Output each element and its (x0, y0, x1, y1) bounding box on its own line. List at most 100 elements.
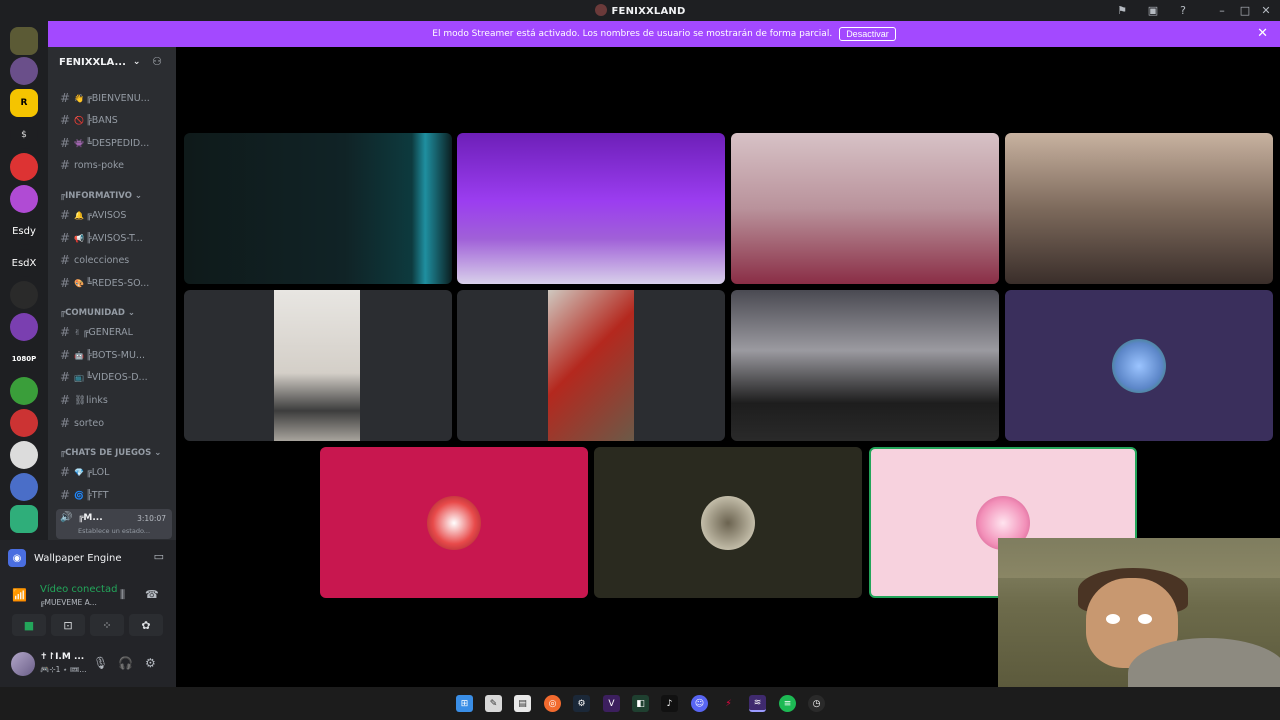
category-chats-de-juegos[interactable]: ╔CHATS DE JUEGOS ⌄ (60, 448, 161, 458)
server-avatar[interactable] (10, 281, 38, 309)
channel-item[interactable]: # 👋 ╔BIENVENU... (56, 88, 172, 108)
vtube-icon[interactable]: V (603, 695, 620, 712)
server-avatar[interactable] (10, 57, 38, 85)
video-tile[interactable] (457, 290, 725, 441)
voice-channel-link[interactable]: ╔MUEVEME A... (40, 598, 97, 607)
user-name[interactable]: ✝↾I.M ... (40, 652, 84, 662)
activity-label: Wallpaper Engine (34, 552, 122, 564)
channel-item[interactable]: # 🤖 ╠BOTS-MU... (56, 345, 172, 365)
video-tile[interactable] (320, 447, 588, 598)
server-avatar[interactable]: R (10, 89, 38, 117)
category-informativo[interactable]: ╔INFORMATIVO ⌄ (60, 191, 142, 201)
discord-icon[interactable]: ☺ (691, 695, 708, 712)
server-avatar[interactable] (10, 409, 38, 437)
microphone-icon[interactable]: 🎙 (93, 656, 108, 670)
channel-item[interactable]: # ⛓links (56, 390, 172, 410)
tiktok-icon[interactable]: ♪ (661, 695, 678, 712)
signal-icon[interactable]: 📶 (12, 588, 27, 602)
server-avatar[interactable] (10, 473, 38, 501)
hash-icon: # (59, 393, 71, 407)
screen-icon[interactable]: ▣ (1145, 3, 1161, 19)
video-tile[interactable] (731, 290, 999, 441)
server-avatar[interactable] (10, 27, 38, 55)
server-avatar[interactable]: $ (10, 121, 38, 149)
clock-icon[interactable]: ◷ (808, 695, 825, 712)
active-voice-channel[interactable]: 🔊 ╔M... 3:10:07 Establece un estado... (56, 509, 172, 539)
soundboard-button[interactable]: ✿ (129, 614, 163, 636)
shortcut-icon[interactable]: ⚡ (720, 695, 737, 712)
server-1080p[interactable]: 1080P (10, 345, 38, 373)
voice-timer: 3:10:07 (137, 514, 166, 523)
profile-avatar (427, 495, 481, 550)
channel-item[interactable]: # 🔔 ╔AVISOS (56, 205, 172, 225)
video-tile[interactable] (184, 290, 452, 441)
video-tile[interactable] (731, 133, 999, 284)
channel-item[interactable]: # 🌀 ╠TFT (56, 485, 172, 505)
origin-icon[interactable]: ◎ (544, 695, 561, 712)
invite-icon[interactable]: ⚇ (152, 55, 162, 68)
voice-status-prompt[interactable]: Establece un estado... (78, 527, 150, 535)
channel-item[interactable]: # roms-poke (56, 155, 172, 175)
channel-item[interactable]: # 🎨 ╚REDES-SO... (56, 273, 172, 293)
activity-row[interactable]: ◉ Wallpaper Engine ▭ (8, 546, 168, 570)
hash-icon: # (59, 465, 71, 479)
disconnect-icon[interactable]: ☎ (145, 588, 159, 601)
minimize-icon[interactable]: – (1214, 3, 1230, 19)
help-icon[interactable]: ? (1175, 3, 1191, 19)
server-header[interactable]: FENIXXLA... ⌄ ⚇ (48, 47, 176, 77)
channel-emoji: ✌ (74, 327, 81, 337)
banner-close-icon[interactable]: ✕ (1257, 26, 1268, 41)
close-icon[interactable]: ✕ (1258, 3, 1274, 19)
hash-icon: # (59, 276, 71, 290)
screen-share-button[interactable]: ⊡ (51, 614, 85, 636)
category-comunidad[interactable]: ╔COMUNIDAD ⌄ (60, 308, 135, 318)
maximize-icon[interactable]: □ (1237, 3, 1253, 19)
gear-icon[interactable]: ⚙ (145, 656, 156, 670)
channel-item[interactable]: # 📢 ╠AVISOS-T... (56, 228, 172, 248)
noise-suppression-icon[interactable]: ⫼ (120, 588, 125, 602)
overlay-eye (1106, 614, 1120, 624)
channel-name: roms-poke (74, 159, 124, 171)
channel-item[interactable]: # 📺 ╚VIDEOS-D... (56, 367, 172, 387)
video-tile[interactable] (594, 447, 862, 598)
steam-icon[interactable]: ⚙ (573, 695, 590, 712)
server-avatar[interactable] (10, 441, 38, 469)
stream-icon[interactable]: ▭ (154, 550, 164, 563)
server-avatar[interactable] (10, 505, 38, 533)
channel-item[interactable]: # 👾 ╚DESPEDID... (56, 133, 172, 153)
notepad-icon[interactable]: ✎ (485, 695, 502, 712)
app-icon[interactable]: ◧ (632, 695, 649, 712)
server-avatar[interactable] (10, 153, 38, 181)
deactivate-button[interactable]: Desactivar (839, 27, 896, 41)
overlay-video (998, 538, 1280, 688)
camera-button[interactable]: ■ (12, 614, 46, 636)
twitch-icon[interactable]: ≋ (749, 695, 766, 712)
channel-name: ╔BIENVENU... (85, 92, 150, 104)
files-icon[interactable]: ▤ (514, 695, 531, 712)
video-tile[interactable] (1005, 290, 1273, 441)
channel-item[interactable]: # ✌ ╔GENERAL (56, 322, 172, 342)
activities-button[interactable]: ⁘ (90, 614, 124, 636)
channel-item[interactable]: # 💎 ╔LOL (56, 462, 172, 482)
server-esdy[interactable]: Esdy (10, 217, 38, 245)
video-tile[interactable] (457, 133, 725, 284)
server-avatar[interactable] (10, 313, 38, 341)
channel-name: ⛓links (74, 394, 108, 406)
video-tile[interactable] (1005, 133, 1273, 284)
channel-emoji: 🔔 (74, 210, 84, 220)
inbox-icon[interactable]: ⚑ (1114, 3, 1130, 19)
server-esdx[interactable]: EsdX (10, 249, 38, 277)
spotify-icon[interactable]: ≡ (779, 695, 796, 712)
server-avatar[interactable] (10, 185, 38, 213)
headphones-icon[interactable]: 🎧 (118, 656, 133, 670)
window-title: FENIXXLAND (0, 4, 1280, 17)
channel-item[interactable]: # colecciones (56, 250, 172, 270)
video-tile[interactable] (184, 133, 452, 284)
avatar[interactable] (11, 652, 35, 676)
channel-name: ╔LOL (85, 466, 110, 478)
channel-item[interactable]: # sorteo (56, 413, 172, 433)
server-avatar[interactable] (10, 377, 38, 405)
category-label: ╔CHATS DE JUEGOS (60, 448, 152, 458)
channel-item[interactable]: # 🚫 ╠BANS (56, 110, 172, 130)
windows-icon[interactable]: ⊞ (456, 695, 473, 712)
